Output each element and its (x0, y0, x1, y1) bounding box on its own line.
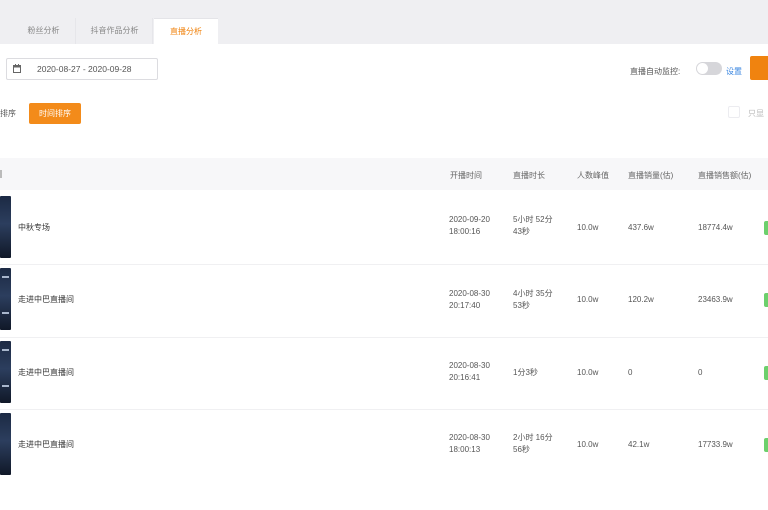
sales-revenue: 23463.9w (698, 295, 733, 304)
detail-button[interactable] (764, 438, 768, 452)
tab-bar: 粉丝分析 抖音作品分析 直播分析 (0, 0, 768, 44)
live-title[interactable]: 走进中巴直播间 (18, 439, 74, 450)
peak-viewers: 10.0w (577, 440, 599, 449)
peak-viewers: 10.0w (577, 368, 599, 377)
duration-main: 1分3秒 (513, 368, 538, 377)
filter-label: 只显 (748, 109, 764, 118)
sales-volume: 437.6w (628, 223, 654, 232)
calendar-icon (13, 64, 21, 73)
tab-works-analysis[interactable]: 抖音作品分析 (77, 18, 153, 44)
duration: 2小时 16分 56秒 (513, 432, 553, 456)
tab-live-analysis[interactable]: 直播分析 (154, 18, 218, 44)
header-sales-revenue[interactable]: 直播销售额(估) (698, 170, 751, 181)
live-title[interactable]: 中秋专场 (18, 222, 50, 233)
filter-checkbox[interactable] (728, 106, 740, 118)
start-clock: 20:16:41 (449, 373, 481, 382)
toggle-knob (697, 63, 708, 74)
sales-revenue: 17733.9w (698, 440, 733, 449)
time-sort-button[interactable]: 时间排序 (29, 103, 81, 124)
detail-button[interactable] (764, 221, 768, 235)
duration: 4小时 35分 53秒 (513, 288, 553, 312)
live-thumbnail (0, 341, 11, 403)
duration: 5小时 52分 43秒 (513, 214, 553, 238)
duration-main: 5小时 52分 (513, 215, 553, 224)
start-clock: 18:00:16 (449, 227, 481, 236)
live-title[interactable]: 走进中巴直播间 (18, 294, 74, 305)
duration-seconds: 43秒 (513, 227, 530, 236)
date-range-value: 2020-08-27 - 2020-09-28 (37, 64, 132, 74)
sort-option[interactable]: 排序 (0, 108, 16, 119)
start-clock: 18:00:13 (449, 445, 481, 454)
date-range-picker[interactable]: 2020-08-27 - 2020-09-28 (6, 58, 158, 80)
start-date: 2020-08-30 (449, 433, 490, 442)
live-title[interactable]: 走进中巴直播间 (18, 367, 74, 378)
duration-seconds: 53秒 (513, 301, 530, 310)
start-time: 2020-09-20 18:00:16 (449, 214, 490, 238)
duration-main: 2小时 16分 (513, 433, 553, 442)
live-thumbnail (0, 413, 11, 475)
start-time: 2020-08-30 18:00:13 (449, 432, 490, 456)
auto-monitor-label: 直播自动监控: (630, 67, 681, 76)
duration-main: 4小时 35分 (513, 289, 553, 298)
peak-viewers: 10.0w (577, 223, 599, 232)
start-clock: 20:17:40 (449, 301, 481, 310)
detail-button[interactable] (764, 366, 768, 380)
sales-volume: 0 (628, 368, 633, 377)
peak-viewers: 10.0w (577, 295, 599, 304)
header-sales-volume[interactable]: 直播销量(估) (628, 170, 673, 181)
start-time: 2020-08-30 20:16:41 (449, 360, 490, 384)
sales-revenue: 0 (698, 368, 703, 377)
header-peak-viewers[interactable]: 人数峰值 (577, 170, 609, 181)
settings-link[interactable]: 设置 (726, 66, 742, 77)
start-date: 2020-08-30 (449, 289, 490, 298)
action-button[interactable] (750, 56, 768, 80)
header-duration[interactable]: 直播时长 (513, 170, 545, 181)
tab-fans-analysis[interactable]: 粉丝分析 (12, 18, 76, 44)
start-time: 2020-08-30 20:17:40 (449, 288, 490, 312)
live-thumbnail (0, 196, 11, 258)
detail-button[interactable] (764, 293, 768, 307)
start-date: 2020-08-30 (449, 361, 490, 370)
table-row[interactable] (0, 410, 768, 482)
start-date: 2020-09-20 (449, 215, 490, 224)
duration-seconds: 56秒 (513, 445, 530, 454)
table-row[interactable] (0, 338, 768, 410)
header-start-time[interactable]: 开播时间 (450, 170, 482, 181)
duration: 1分3秒 (513, 367, 538, 379)
live-thumbnail (0, 268, 11, 330)
header-marker (0, 170, 2, 178)
auto-monitor-toggle[interactable] (696, 62, 722, 75)
sales-volume: 120.2w (628, 295, 654, 304)
sales-volume: 42.1w (628, 440, 650, 449)
sales-revenue: 18774.4w (698, 223, 733, 232)
